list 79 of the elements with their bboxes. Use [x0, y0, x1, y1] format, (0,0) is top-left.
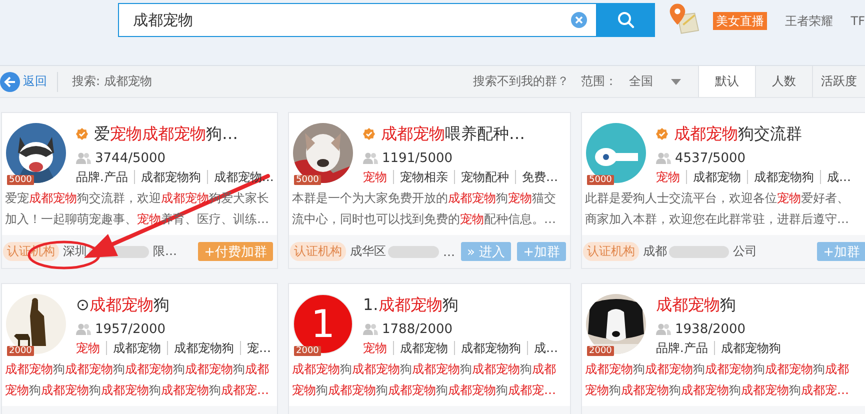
member-count: 1788/2000	[382, 322, 453, 336]
description-line: 宠物狗成都宠物狗成都宠物狗成都宠物狗成都宠…	[5, 382, 270, 399]
description-line: 宠物狗成都宠物狗成都宠物狗成都宠物狗成都宠…	[292, 382, 557, 399]
help-link[interactable]: 搜索不到我的群？	[473, 73, 569, 90]
description-line: 成都宠物狗成都宠物狗成都宠物狗成都宠物狗成都	[5, 361, 270, 378]
tag-text[interactable]: 成都宠物	[393, 341, 454, 355]
group-title[interactable]: ⊙成都宠物狗	[76, 294, 170, 316]
description-line: 成都宠物狗成都宠物狗成都宠物狗成都宠物狗成都	[585, 361, 850, 378]
tag-text[interactable]: 宠物相亲	[393, 170, 454, 184]
description-line: 宠物狗成都宠物狗成都宠物狗成都宠物狗成都宠…	[585, 382, 850, 399]
tag-text[interactable]: 成…	[527, 341, 564, 355]
tag-text[interactable]: 宠物	[76, 341, 106, 355]
certified-badge: 认证机构	[583, 242, 639, 261]
tag-text[interactable]: 成…	[820, 170, 857, 184]
member-count: 4537/5000	[675, 150, 746, 166]
tag-text[interactable]: 宠物	[363, 170, 393, 184]
search-button[interactable]	[597, 3, 656, 37]
member-count: 3744/5000	[95, 150, 166, 166]
sort-tab[interactable]: 默认	[698, 66, 755, 97]
location-text: 成华区	[350, 243, 386, 260]
location-text: 公司	[733, 243, 757, 260]
group-title[interactable]: 成都宠物喂养配种…	[381, 124, 525, 144]
group-title[interactable]: 爱宠物成都宠物狗…	[94, 124, 238, 144]
members-icon	[363, 323, 378, 335]
members-icon	[656, 152, 671, 164]
certified-badge: 认证机构	[290, 242, 346, 261]
tag-text[interactable]: 成都宠物狗	[747, 170, 820, 184]
header-link[interactable]: TF	[850, 12, 865, 30]
range-dropdown[interactable]: 全国	[629, 73, 681, 90]
tag-text[interactable]: 宠…	[240, 341, 277, 355]
search-query: 搜索: 成都宠物	[72, 73, 152, 90]
range-label: 范围：	[581, 73, 617, 90]
search-field[interactable]: 成都宠物	[118, 3, 597, 37]
member-count: 1938/2000	[675, 322, 746, 336]
description-line: 成都宠物狗成都宠物狗成都宠物狗成都宠物狗成都	[292, 361, 557, 378]
tag-text[interactable]: 宠物	[656, 170, 686, 184]
header-link[interactable]: 王者荣耀	[784, 12, 833, 30]
tag-text[interactable]: 成都宠物狗	[167, 341, 240, 355]
tag-text[interactable]: 成都宠物狗	[714, 341, 787, 355]
back-icon	[0, 72, 20, 92]
location-text: 深圳	[63, 243, 87, 260]
capacity-badge: 5000	[294, 175, 321, 185]
member-count: 1957/2000	[95, 322, 166, 336]
tag-text[interactable]: 品牌.产品	[76, 170, 134, 184]
search-icon	[617, 11, 636, 29]
caret-icon	[671, 78, 681, 84]
group-title[interactable]: 1.成都宠物狗	[363, 294, 458, 316]
members-icon	[76, 152, 91, 164]
sort-tab[interactable]: 人数	[755, 66, 812, 97]
capacity-badge: 2000	[294, 346, 321, 356]
capacity-badge: 5000	[7, 175, 34, 185]
capacity-badge: 2000	[587, 346, 614, 356]
tag-text[interactable]: 品牌.产品	[656, 341, 714, 355]
description-line: 商家加入本群，欢迎您在此群常驻，进群后遵守…	[585, 211, 850, 228]
tag-text[interactable]: 成都宠物狗	[454, 341, 527, 355]
tag-text[interactable]: 免费…	[515, 170, 564, 184]
sort-tab[interactable]: 活跃度	[812, 66, 865, 97]
members-icon	[76, 323, 91, 335]
location-text: 限…	[153, 243, 177, 260]
back-link[interactable]: 返回	[0, 72, 58, 92]
capacity-badge: 2000	[7, 346, 34, 356]
member-count: 1191/5000	[382, 150, 453, 166]
members-icon	[363, 152, 378, 164]
group-title[interactable]: 成都宠物狗交流群	[674, 124, 802, 144]
tag-text[interactable]: 成都宠物	[686, 170, 747, 184]
description-line: 流中心，同时也可以找到免费的宠物配种信息。…	[292, 211, 557, 228]
tag-text[interactable]: 成都宠物	[106, 341, 167, 355]
description-line: 此群是爱狗人士交流平台，欢迎各位宠物爱好者、	[585, 190, 850, 207]
clear-icon[interactable]	[571, 12, 587, 28]
capacity-badge: 5000	[587, 175, 614, 185]
tag-text[interactable]: 宠物配种	[454, 170, 515, 184]
group-title[interactable]: 成都宠物狗	[656, 294, 736, 316]
location-text: …	[443, 244, 455, 258]
range-value: 全国	[629, 73, 653, 90]
tag-text[interactable]: 成都宠物狗	[134, 170, 207, 184]
tag-text[interactable]: 宠物	[363, 341, 393, 355]
members-icon	[656, 323, 671, 335]
description-line: 本群是一个为大家免费开放的成都宠物狗宠物猫交	[292, 190, 557, 207]
location-text: 成都	[643, 243, 667, 260]
